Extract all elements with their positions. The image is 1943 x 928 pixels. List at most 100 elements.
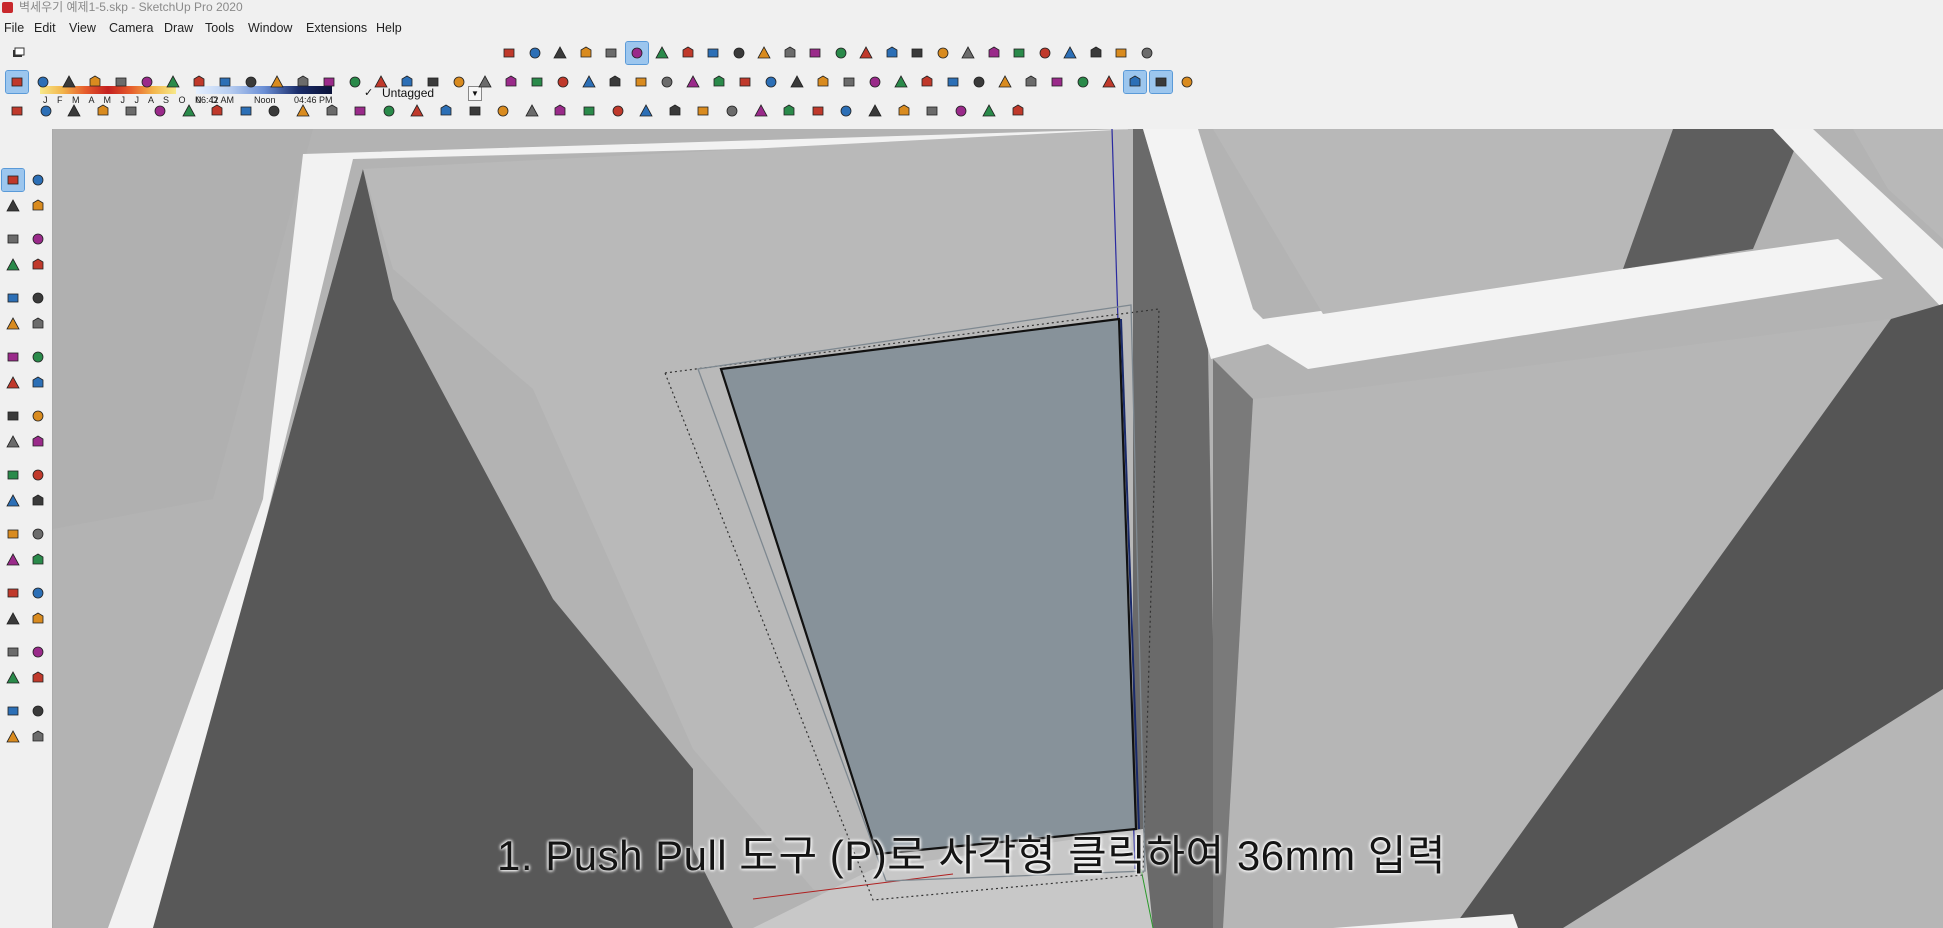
- dimension-style-button[interactable]: [464, 100, 486, 122]
- solid-split-button[interactable]: [708, 71, 730, 93]
- component-options-button[interactable]: [235, 100, 257, 122]
- 2pt-arc-button[interactable]: [27, 313, 49, 335]
- zoom-extents-button[interactable]: [2, 608, 24, 630]
- instructor-button[interactable]: [864, 100, 886, 122]
- layout-button[interactable]: [635, 100, 657, 122]
- right-view-button[interactable]: [830, 42, 852, 64]
- scene-button[interactable]: [1176, 71, 1198, 93]
- polygon-button[interactable]: [27, 287, 49, 309]
- model-viewport[interactable]: [53, 129, 1943, 928]
- geo-location-button[interactable]: [1136, 42, 1158, 64]
- section-plane-button[interactable]: [498, 42, 520, 64]
- menu-window[interactable]: Window: [248, 18, 292, 38]
- solid-intersect-button[interactable]: [604, 71, 626, 93]
- monochrome-button[interactable]: [728, 42, 750, 64]
- 3pt-arc-button[interactable]: [2, 346, 24, 368]
- solid-outer-shell-button[interactable]: [578, 71, 600, 93]
- orbit-button[interactable]: [344, 71, 366, 93]
- rectangle-button[interactable]: [2, 254, 24, 276]
- sandbox-contours-button[interactable]: [6, 100, 28, 122]
- menu-edit[interactable]: Edit: [34, 18, 56, 38]
- dimension-button[interactable]: [349, 100, 371, 122]
- section-fill-button[interactable]: [549, 42, 571, 64]
- group-button[interactable]: [760, 71, 782, 93]
- pan-button[interactable]: [27, 549, 49, 571]
- rotate-button[interactable]: [214, 71, 236, 93]
- tape-measure-button[interactable]: [266, 71, 288, 93]
- back-view-button[interactable]: [855, 42, 877, 64]
- top-view-button[interactable]: [779, 42, 801, 64]
- axes-button[interactable]: [1098, 71, 1120, 93]
- redo-button[interactable]: [916, 71, 938, 93]
- delete-button[interactable]: [864, 71, 886, 93]
- iso-view-button[interactable]: [753, 42, 775, 64]
- zoom-button[interactable]: [957, 42, 979, 64]
- section-plane-button[interactable]: [27, 667, 49, 689]
- zoom-button[interactable]: [2, 582, 24, 604]
- warehouse-button[interactable]: [2, 700, 24, 722]
- menu-tools[interactable]: Tools: [205, 18, 234, 38]
- position-camera-button[interactable]: [1059, 42, 1081, 64]
- pie-button[interactable]: [27, 346, 49, 368]
- shadows-toggle-button[interactable]: [8, 42, 30, 64]
- extension-warehouse-button[interactable]: [27, 700, 49, 722]
- move-button[interactable]: [188, 71, 210, 93]
- scenes-button[interactable]: [835, 100, 857, 122]
- components-button[interactable]: [750, 100, 772, 122]
- axes-tool-button[interactable]: [378, 100, 400, 122]
- scale-button[interactable]: [2, 431, 24, 453]
- line-button[interactable]: [2, 228, 24, 250]
- paint-bucket-button[interactable]: [2, 195, 24, 217]
- look-around-button[interactable]: [1085, 42, 1107, 64]
- text-button[interactable]: [27, 490, 49, 512]
- circle-button[interactable]: [2, 287, 24, 309]
- axes-button[interactable]: [2, 523, 24, 545]
- entity-info-button[interactable]: [692, 100, 714, 122]
- section-cut-button[interactable]: [524, 42, 546, 64]
- styles-button[interactable]: [778, 100, 800, 122]
- stamp-button[interactable]: [92, 100, 114, 122]
- warehouse-share-button[interactable]: [578, 100, 600, 122]
- push-pull-button[interactable]: [136, 71, 158, 93]
- paint-match-button[interactable]: [664, 100, 686, 122]
- walk-button[interactable]: [2, 667, 24, 689]
- cut-button[interactable]: [786, 71, 808, 93]
- zoom-extents-button[interactable]: [422, 71, 444, 93]
- solid-tools-button[interactable]: [549, 100, 571, 122]
- solid-trim-button[interactable]: [682, 71, 704, 93]
- solid-subtract-button[interactable]: [656, 71, 678, 93]
- text-button[interactable]: [292, 71, 314, 93]
- menu-file[interactable]: File: [4, 18, 24, 38]
- paint-bucket-button[interactable]: [318, 71, 340, 93]
- select-button[interactable]: [1, 168, 25, 192]
- flip-edge-button[interactable]: [178, 100, 200, 122]
- eraser-button[interactable]: [27, 195, 49, 217]
- large-tool-set-button[interactable]: [492, 100, 514, 122]
- fog-button[interactable]: [950, 100, 972, 122]
- protractor-button[interactable]: [2, 490, 24, 512]
- solid-union-button[interactable]: [630, 71, 652, 93]
- warehouse-button[interactable]: [448, 71, 470, 93]
- look-around-button[interactable]: [27, 641, 49, 663]
- 3d-text-button[interactable]: [406, 100, 428, 122]
- photo-texture-button[interactable]: [1072, 71, 1094, 93]
- follow-me-button[interactable]: [27, 405, 49, 427]
- extension-manager-button[interactable]: [526, 71, 548, 93]
- tape-measure-button[interactable]: [2, 464, 24, 486]
- print-button[interactable]: [942, 71, 964, 93]
- toggle-terrain-button[interactable]: [1046, 71, 1068, 93]
- menu-view[interactable]: View: [69, 18, 96, 38]
- tags-button[interactable]: [807, 100, 829, 122]
- shaded-textures-button[interactable]: [702, 42, 724, 64]
- send-layout-button[interactable]: [500, 71, 522, 93]
- materials-button[interactable]: [721, 100, 743, 122]
- previous-view-button[interactable]: [27, 608, 49, 630]
- xray-button[interactable]: [575, 42, 597, 64]
- drape-button[interactable]: [120, 100, 142, 122]
- freehand-button[interactable]: [27, 228, 49, 250]
- shaded-button[interactable]: [677, 42, 699, 64]
- arc-button[interactable]: [2, 313, 24, 335]
- component-attributes-button[interactable]: [263, 100, 285, 122]
- walk-button[interactable]: [1110, 42, 1132, 64]
- menu-help[interactable]: Help: [376, 18, 402, 38]
